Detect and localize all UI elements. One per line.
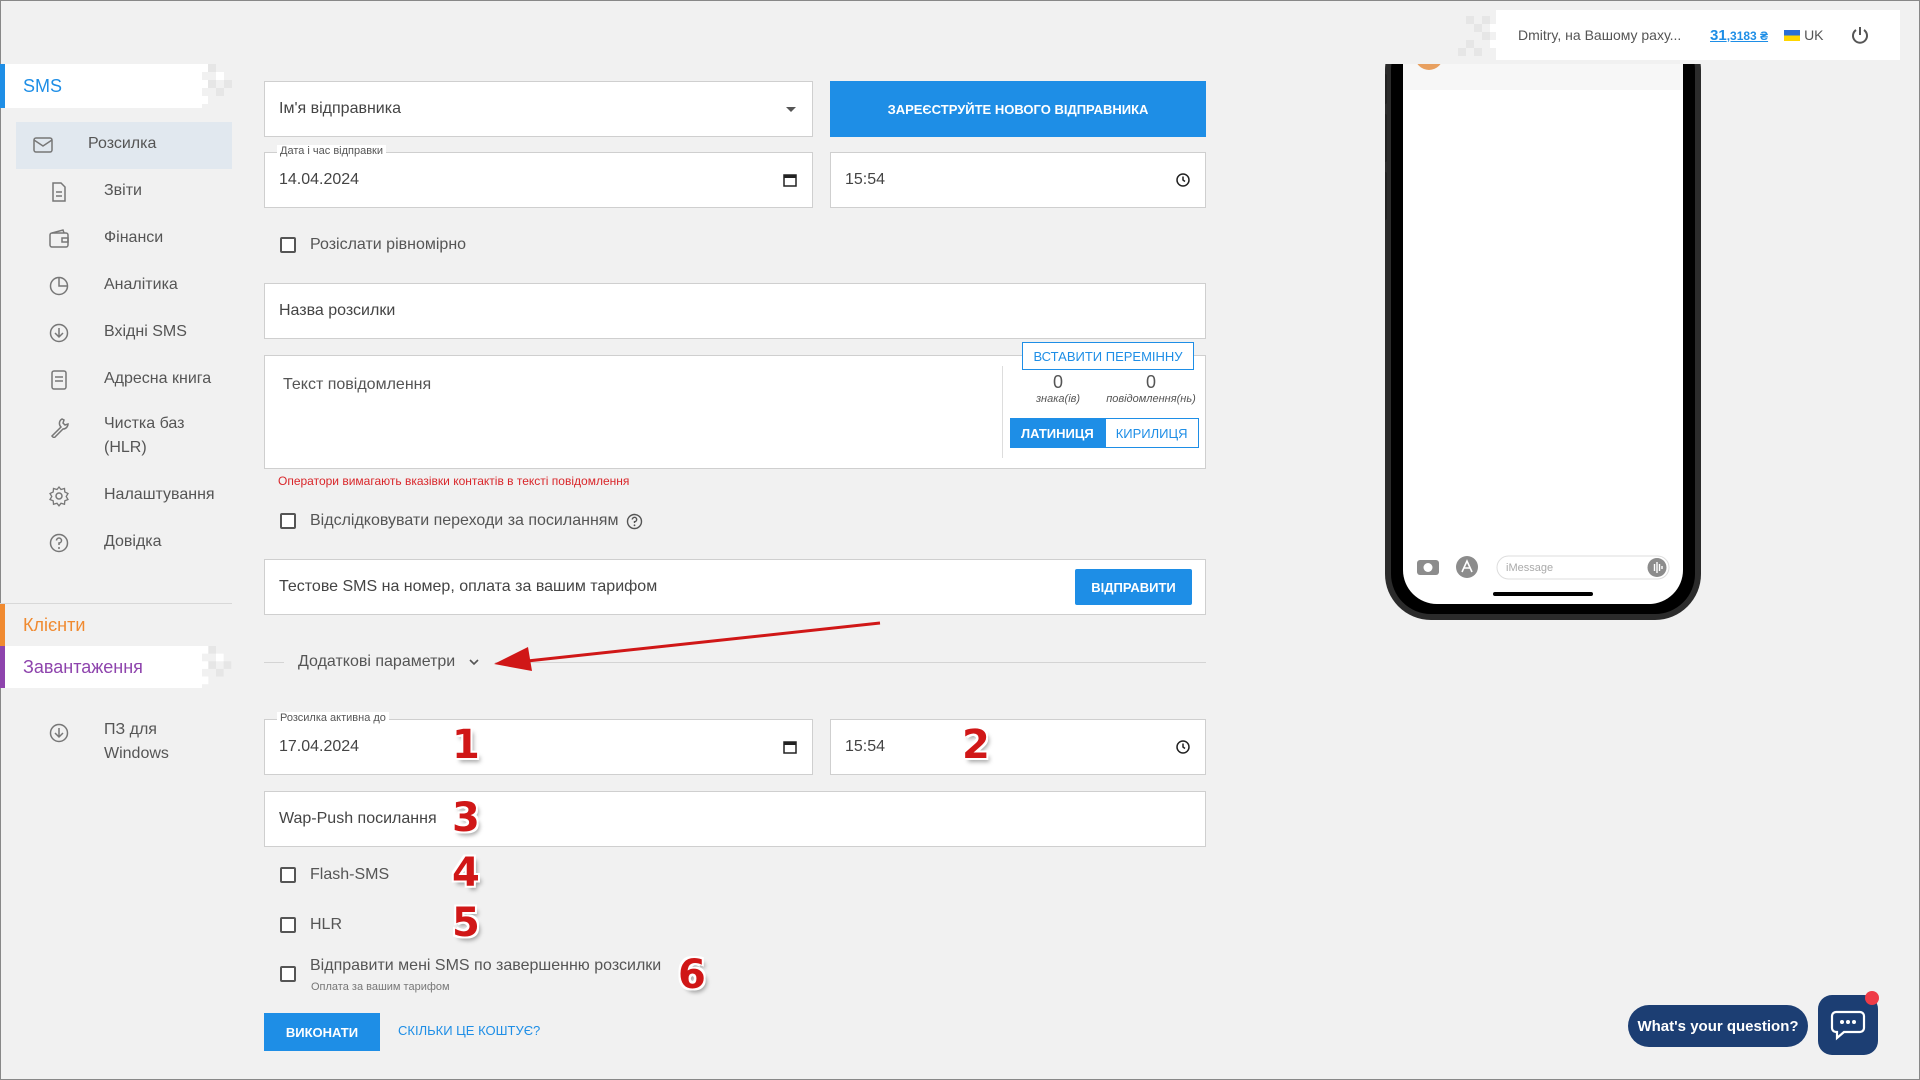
execute-button[interactable]: ВИКОНАТИ: [264, 1013, 380, 1051]
pixel-decoration: [1458, 16, 1498, 56]
help-circle-icon: [49, 533, 69, 553]
annotation-number: 1: [452, 722, 480, 768]
phone-preview: [1385, 64, 1701, 620]
chat-icon: [1830, 1010, 1866, 1041]
message-counter: 0 повідомлення(нь): [1106, 372, 1196, 405]
sidebar-item-finance[interactable]: Фінанси: [16, 216, 232, 263]
wallet-icon: [49, 229, 69, 248]
message-divider: [1002, 366, 1003, 458]
campaign-name-input[interactable]: Назва розсилки: [264, 283, 1206, 339]
checkbox-box[interactable]: [280, 966, 296, 982]
sidebar-section-clients[interactable]: Клієнти: [0, 604, 232, 646]
annotation-arrow-icon: [494, 621, 881, 671]
report-icon: [52, 182, 66, 202]
chevron-down-icon: [469, 659, 479, 666]
send-time-field[interactable]: 15:54: [830, 152, 1206, 208]
sidebar-item-analytics[interactable]: Аналітика: [16, 263, 232, 310]
language-switch[interactable]: UK: [1784, 27, 1824, 43]
clock-icon[interactable]: [1175, 172, 1191, 188]
wrench-icon: [50, 418, 69, 438]
account-header: Dmitry, на Вашому раху... 31,3183 ₴ UK: [1458, 10, 1900, 60]
alphabet-toggle: ЛАТИНИЦЯ КИРИЛИЦЯ: [1010, 418, 1199, 448]
test-sms-input[interactable]: Тестове SMS на номер, оплата за вашим та…: [264, 559, 1206, 615]
checkbox-box[interactable]: [280, 917, 296, 933]
help-circle-icon[interactable]: [626, 513, 643, 530]
chevron-down-icon: [786, 107, 796, 112]
active-until-time-field[interactable]: 15:54: [830, 719, 1206, 775]
annotation-number: 6: [678, 952, 706, 998]
notify-me-checkbox[interactable]: Відправити мені SMS по завершенню розсил…: [280, 957, 661, 982]
pie-chart-icon: [49, 276, 69, 296]
sender-select[interactable]: Ім'я відправника: [264, 81, 813, 137]
annotation-number: 2: [962, 722, 990, 768]
additional-params-toggle[interactable]: Додаткові параметри: [284, 650, 496, 674]
how-much-link[interactable]: СКІЛЬКИ ЦЕ КОШТУЄ?: [398, 1023, 540, 1038]
notification-dot: [1865, 991, 1879, 1005]
ukraine-flag-icon: [1784, 29, 1801, 41]
send-date-field[interactable]: Дата і час відправки 14.04.2024: [264, 145, 813, 208]
sidebar-item-windows-app[interactable]: ПЗ для Windows: [16, 710, 232, 779]
wap-push-input[interactable]: Wap-Push посилання: [264, 791, 1206, 847]
register-sender-button[interactable]: ЗАРЕЄСТРУЙТЕ НОВОГО ВІДПРАВНИКА: [830, 81, 1206, 137]
send-test-button[interactable]: ВІДПРАВИТИ: [1075, 569, 1192, 605]
sidebar-item-address-book[interactable]: Адресна книга: [16, 357, 232, 404]
sidebar-item-hlr[interactable]: Чистка баз (HLR): [16, 404, 232, 473]
hlr-checkbox[interactable]: HLR: [280, 916, 342, 934]
power-icon[interactable]: [1850, 25, 1870, 45]
sidebar-item-mailing[interactable]: Розсилка: [16, 122, 232, 169]
latin-toggle-button[interactable]: ЛАТИНИЦЯ: [1010, 418, 1105, 448]
sidebar-nav: Розсилка Звіти Фінанси Аналітика Вхідні …: [0, 122, 232, 567]
mail-icon: [33, 137, 53, 153]
track-links-checkbox[interactable]: Відслідковувати переходи за посиланням: [280, 512, 643, 530]
checkbox-box[interactable]: [280, 513, 296, 529]
clock-icon[interactable]: [1175, 739, 1191, 755]
imessage-input[interactable]: iMessage: [1506, 562, 1553, 574]
sidebar-item-incoming-sms[interactable]: Вхідні SMS: [16, 310, 232, 357]
greeting-text: Dmitry, на Вашому раху...: [1518, 27, 1682, 43]
sidebar-item-settings[interactable]: Налаштування: [16, 473, 232, 520]
checkbox-box[interactable]: [280, 867, 296, 883]
annotation-number: 3: [452, 795, 480, 841]
sidebar-item-help[interactable]: Довідка: [16, 520, 232, 567]
checkbox-box[interactable]: [280, 237, 296, 253]
pixel-decoration: [200, 64, 232, 104]
sidebar-section-loads[interactable]: Завантаження: [0, 646, 232, 688]
contacts-warning: Оператори вимагають вказівки контактів в…: [278, 474, 630, 488]
chat-question-bubble[interactable]: What's your question?: [1628, 1005, 1808, 1047]
balance-link[interactable]: 31,3183 ₴: [1710, 27, 1768, 44]
download-icon: [49, 723, 69, 743]
active-until-date-field[interactable]: Розсилка активна до 17.04.2024: [264, 712, 813, 775]
cyrillic-toggle-button[interactable]: КИРИЛИЦЯ: [1104, 418, 1199, 448]
sidebar: SMS Розсилка Звіти Фінанси Аналітика Вхі…: [0, 60, 232, 779]
flash-sms-checkbox[interactable]: Flash-SMS: [280, 866, 389, 884]
pixel-decoration: [200, 646, 232, 685]
sidebar-section-sms[interactable]: SMS: [0, 64, 232, 108]
camera-icon: [1417, 560, 1439, 575]
insert-variable-button[interactable]: ВСТАВИТИ ПЕРЕМІННУ: [1022, 342, 1194, 370]
char-counter: 0 знака(ів): [1035, 372, 1081, 405]
annotation-number: 5: [452, 900, 480, 946]
gear-icon: [49, 485, 69, 507]
annotation-number: 4: [452, 850, 480, 896]
inbox-download-icon: [49, 323, 69, 343]
notify-note: Оплата за вашим тарифом: [311, 981, 450, 993]
distribute-evenly-checkbox[interactable]: Розіслати рівномірно: [280, 236, 466, 254]
address-book-icon: [51, 370, 67, 390]
calendar-icon[interactable]: [782, 172, 798, 188]
sidebar-item-reports[interactable]: Звіти: [16, 169, 232, 216]
calendar-icon[interactable]: [782, 739, 798, 755]
